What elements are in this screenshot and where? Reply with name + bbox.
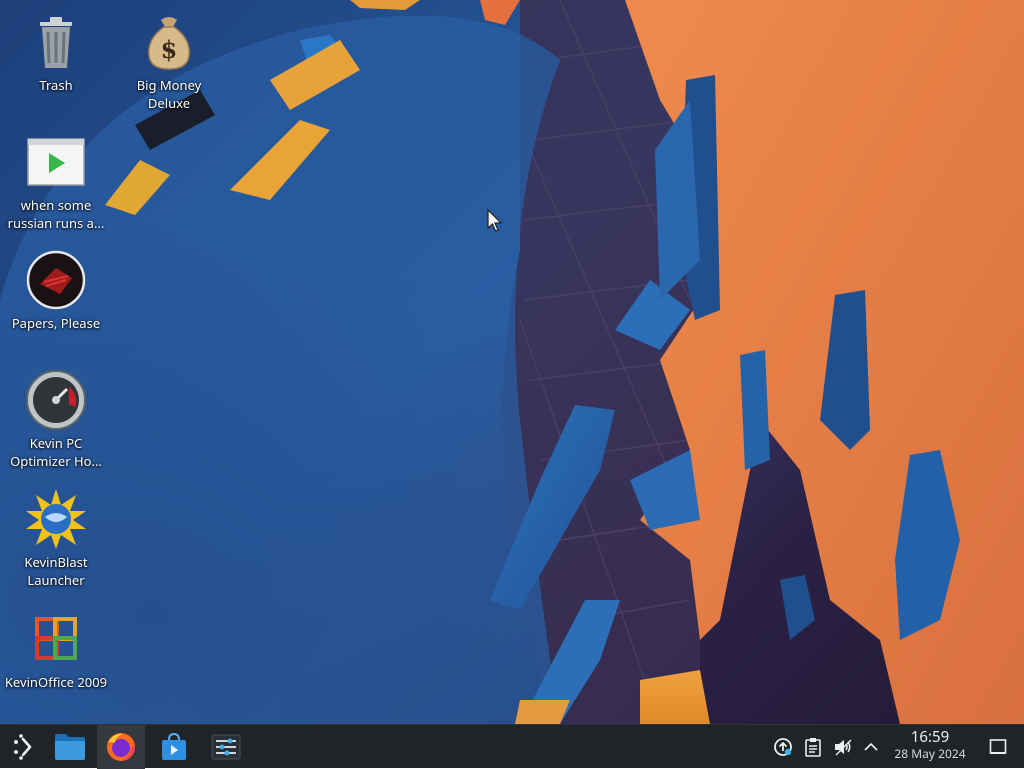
system-settings-icon (211, 734, 241, 760)
desktop-icon-label: Kevin PC Optimizer Ho... (10, 434, 102, 470)
firefox-icon (107, 733, 135, 761)
file-manager-button[interactable] (46, 725, 94, 769)
trash-icon (24, 10, 88, 74)
desktop-icon-trash[interactable]: Trash (1, 10, 111, 94)
desktop-icon-big-money-deluxe[interactable]: $ Big Money Deluxe (114, 10, 224, 112)
office-icon (24, 607, 88, 671)
volume-muted-icon (835, 739, 852, 756)
desktop-icon-label: when some russian runs a... (7, 196, 105, 232)
system-settings-button[interactable] (202, 725, 250, 769)
show-hidden-icons-icon (864, 742, 878, 751)
desktop-icon-papers-please[interactable]: Papers, Please (1, 248, 111, 332)
desktop-icon-label: KevinBlast Launcher (24, 553, 88, 589)
clock-time: 16:59 (910, 727, 950, 747)
speedometer-icon (24, 368, 88, 432)
svg-text:$: $ (161, 35, 178, 64)
updates-tray-button[interactable] (768, 725, 798, 769)
clock-date: 28 May 2024 (894, 745, 966, 762)
desktop-icon-kevinblast-launcher[interactable]: KevinBlast Launcher (1, 487, 111, 589)
application-launcher-button[interactable] (0, 725, 48, 769)
desktop-icon-kevinoffice-2009[interactable]: KevinOffice 2009 (1, 607, 111, 691)
kevinblast-icon (24, 487, 88, 551)
show-hidden-icons-button[interactable] (856, 725, 886, 769)
show-desktop-button[interactable] (984, 725, 1012, 769)
taskbar: 16:59 28 May 2024 (0, 724, 1024, 769)
clipboard-tray-button[interactable] (798, 725, 828, 769)
video-play-icon (24, 130, 88, 194)
show-desktop-icon (989, 739, 1007, 754)
desktop-icon-label: Big Money Deluxe (136, 76, 202, 112)
volume-tray-button[interactable] (828, 725, 858, 769)
papers-please-icon (24, 248, 88, 312)
updates-icon (774, 738, 792, 756)
firefox-button[interactable] (97, 725, 145, 769)
desktop-icon-label: Trash (39, 76, 73, 94)
money-bag-icon: $ (137, 10, 201, 74)
app-launcher-icon (14, 734, 32, 760)
desktop-icon-russian-video[interactable]: when some russian runs a... (1, 130, 111, 232)
discover-store-icon (162, 732, 186, 760)
file-manager-icon (55, 734, 85, 760)
desktop-icon-label: Papers, Please (11, 314, 101, 332)
desktop[interactable]: Trash $ Big Money Deluxe when some russi… (0, 0, 1024, 724)
mouse-cursor-icon (487, 209, 503, 232)
discover-store-button[interactable] (150, 725, 198, 769)
desktop-icon-kevin-pc-optimizer[interactable]: Kevin PC Optimizer Ho... (1, 368, 111, 470)
clipboard-icon (805, 738, 821, 757)
desktop-icon-label: KevinOffice 2009 (4, 673, 108, 691)
digital-clock[interactable]: 16:59 28 May 2024 (886, 727, 974, 762)
